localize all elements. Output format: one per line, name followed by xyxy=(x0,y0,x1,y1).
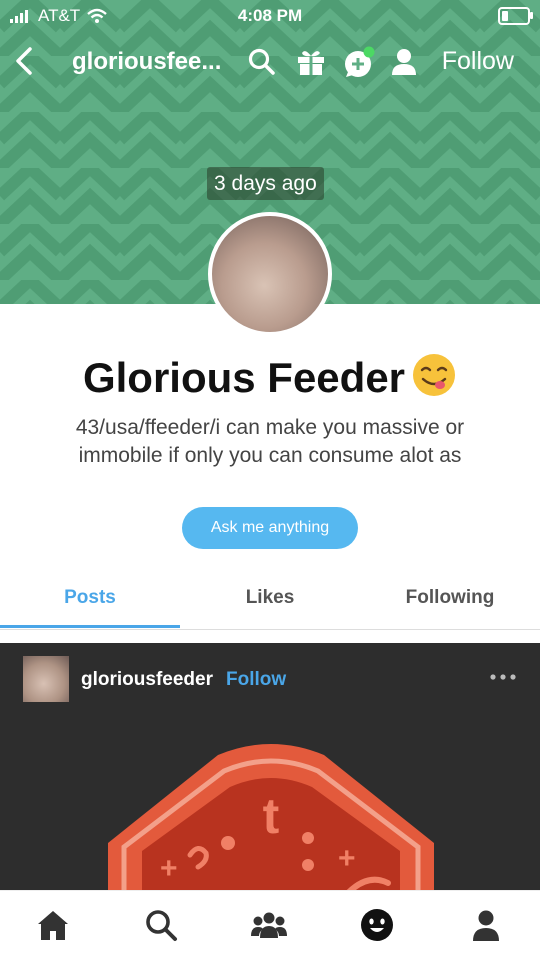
active-tab-indicator xyxy=(0,625,180,628)
blog-title: gloriousfee... xyxy=(72,48,222,75)
tab-posts[interactable]: Posts xyxy=(0,587,180,609)
navigation-bar: gloriousfee... Follow xyxy=(0,36,540,86)
search-icon[interactable] xyxy=(246,46,278,78)
battery-icon xyxy=(498,7,533,25)
tab-following[interactable]: Following xyxy=(360,587,540,609)
post-graphic[interactable]: t + + xyxy=(98,743,444,903)
ask-me-anything-button[interactable]: Ask me anything xyxy=(182,507,358,549)
explore-search-icon[interactable] xyxy=(143,907,179,943)
yum-emoji-icon xyxy=(413,354,456,396)
account-icon[interactable] xyxy=(468,907,504,943)
activity-icon[interactable] xyxy=(359,907,395,943)
post-graphic-letter: t xyxy=(263,788,280,844)
follow-button[interactable]: Follow xyxy=(442,47,514,76)
more-options-icon[interactable] xyxy=(488,667,518,687)
graphic-plus-left: + xyxy=(160,852,178,885)
tab-likes[interactable]: Likes xyxy=(180,587,360,609)
messaging-icon[interactable] xyxy=(343,46,375,78)
post-avatar[interactable] xyxy=(23,656,69,702)
avatar[interactable] xyxy=(208,212,332,336)
post-username[interactable]: gloriousfeeder xyxy=(81,669,213,691)
status-bar: AT&T 4:08 PM xyxy=(0,0,540,32)
status-time: 4:08 PM xyxy=(237,6,303,25)
back-icon[interactable] xyxy=(10,44,40,78)
post-card: gloriousfeeder Follow t + + xyxy=(0,643,540,903)
bottom-navigation xyxy=(0,890,540,961)
gift-icon[interactable] xyxy=(295,46,327,78)
notification-dot xyxy=(363,46,375,58)
profile-tabs: Posts Likes Following xyxy=(0,575,540,630)
graphic-plus-right: + xyxy=(338,842,356,875)
time-ago-badge: 3 days ago xyxy=(207,167,324,200)
community-icon[interactable] xyxy=(251,907,287,943)
person-icon[interactable] xyxy=(388,46,420,78)
post-follow-button[interactable]: Follow xyxy=(226,669,286,691)
blog-description: 43/usa/ffeeder/i can make you massive or… xyxy=(75,416,465,467)
blog-name: Glorious Feeder xyxy=(0,352,540,402)
blog-name-text: Glorious Feeder xyxy=(82,354,406,401)
home-icon[interactable] xyxy=(35,907,71,943)
